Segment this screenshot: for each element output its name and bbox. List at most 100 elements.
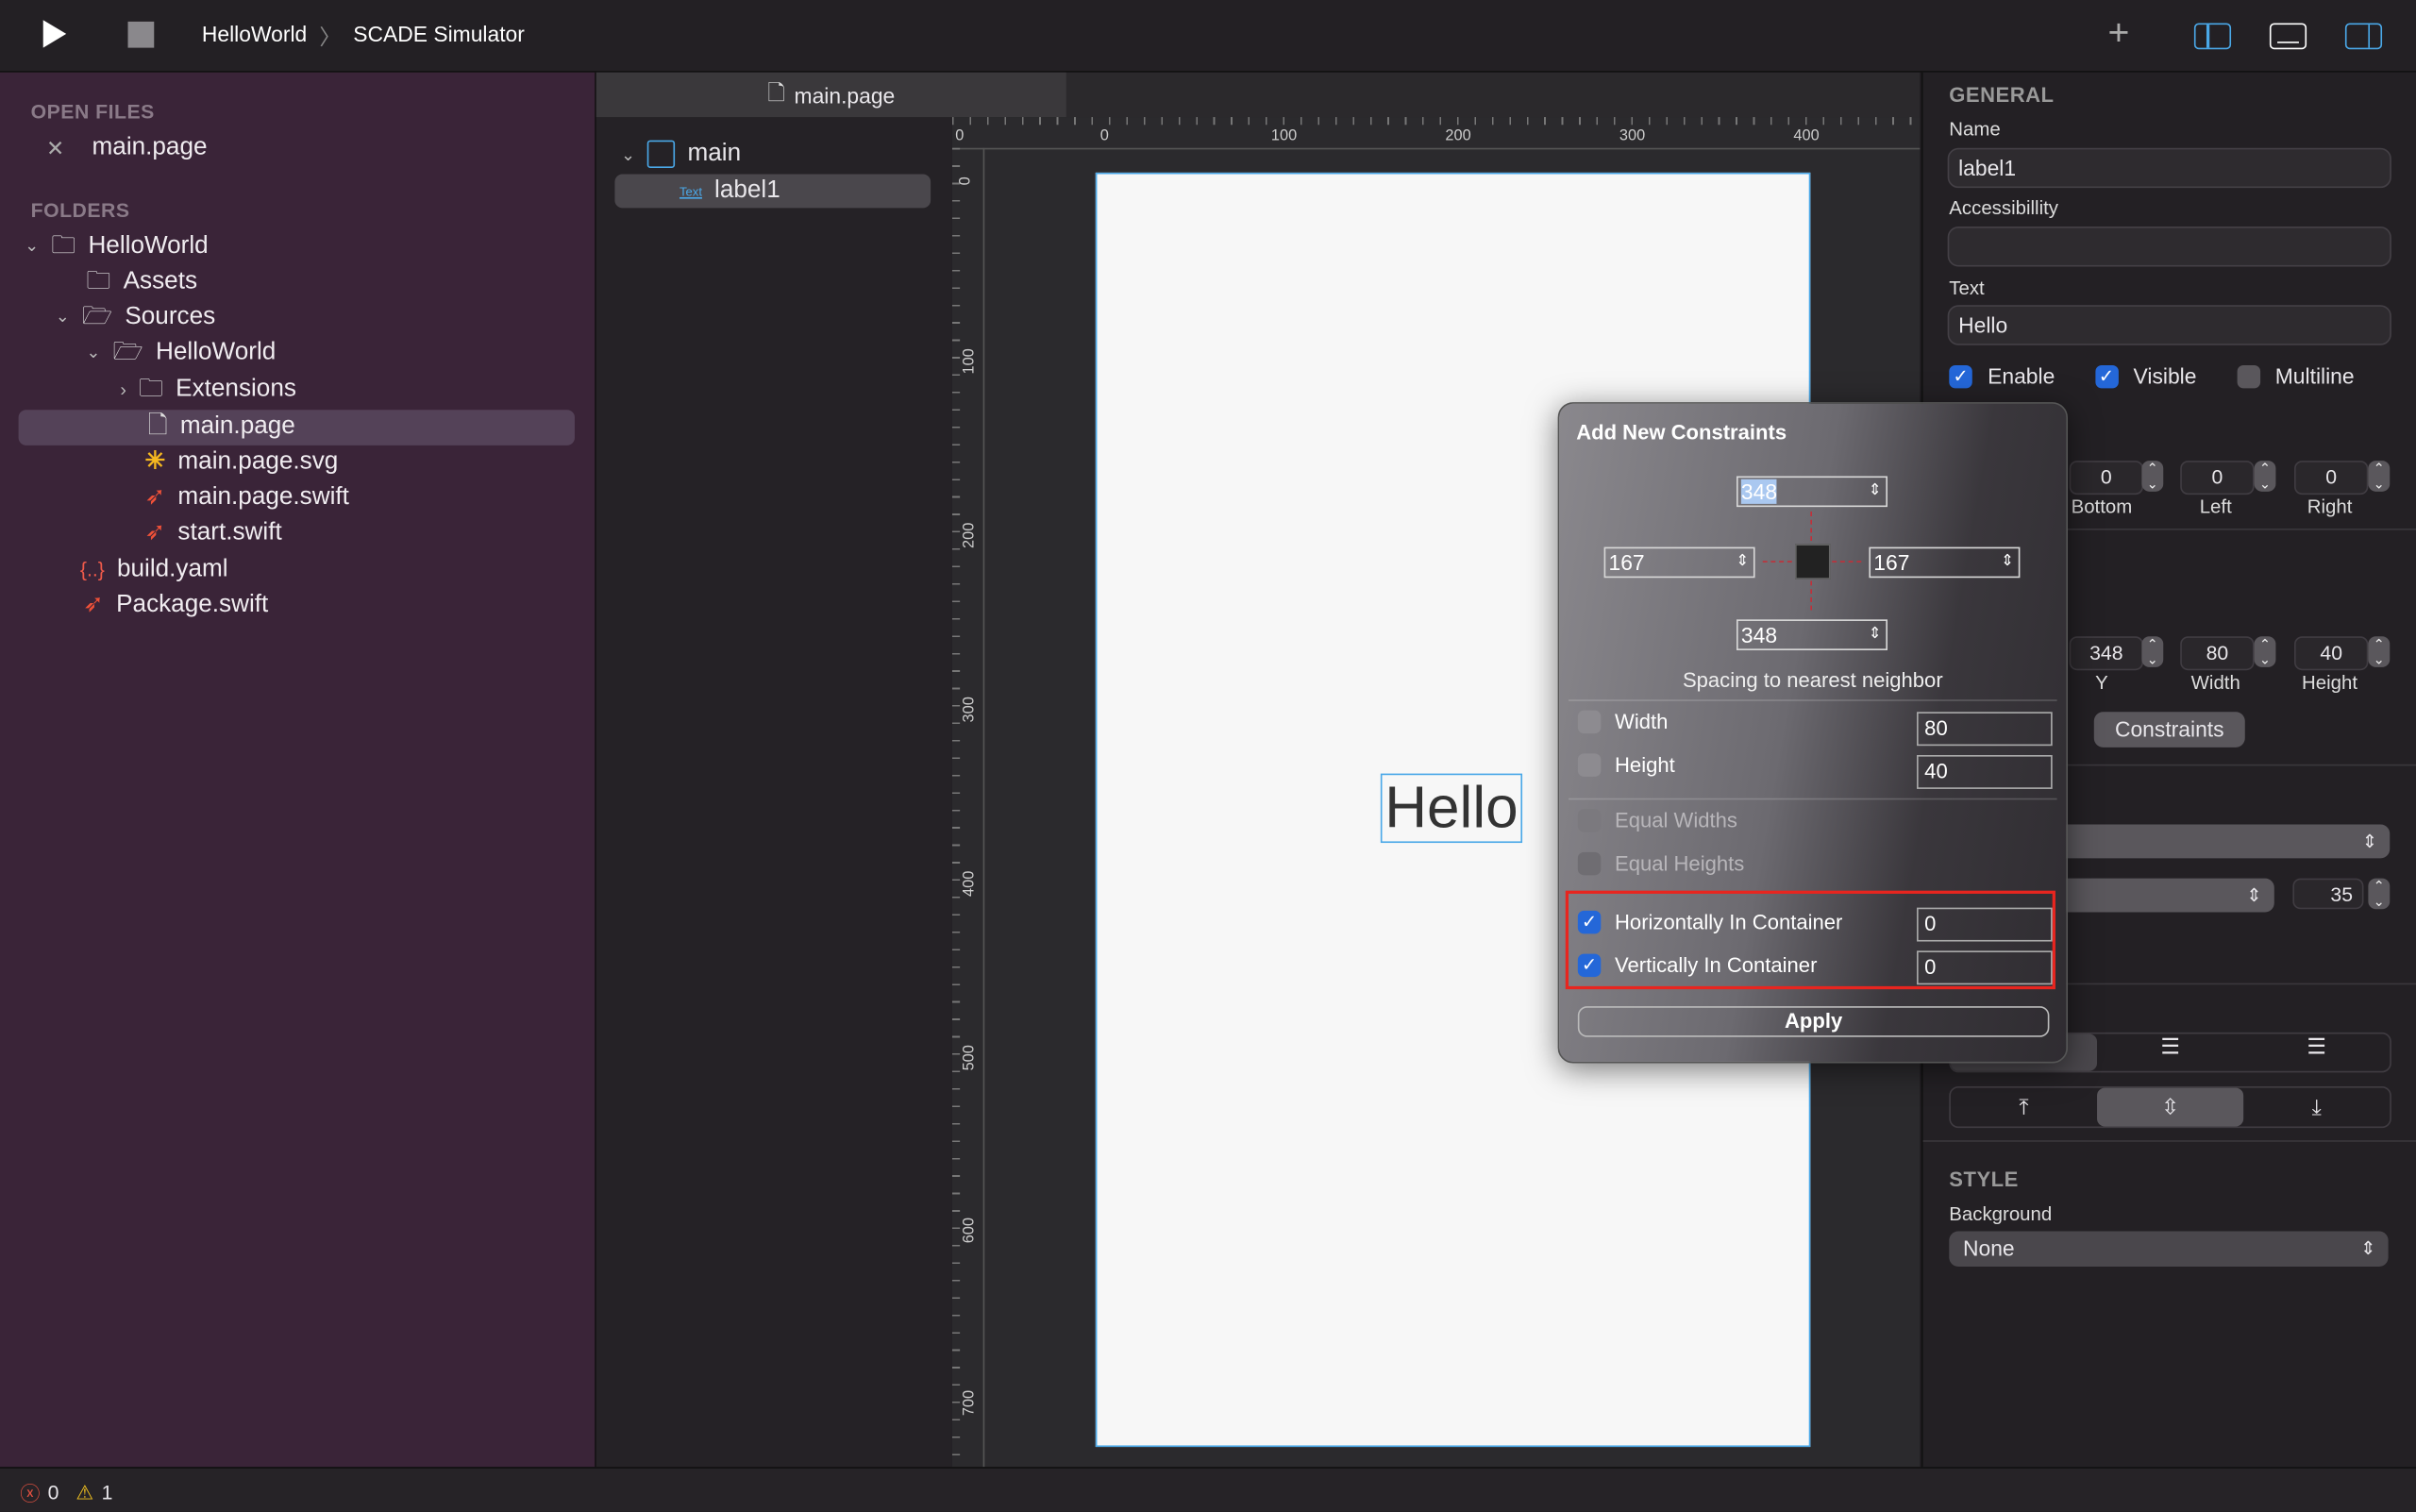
visible-checkbox[interactable]: ✓: [2094, 364, 2119, 388]
frame-y-stepper[interactable]: ⌃ ⌄: [2141, 636, 2164, 667]
ruler-tick-label: 400: [1793, 127, 1820, 145]
vertical-offset-input[interactable]: 0: [1917, 950, 2053, 985]
frame-height-input[interactable]: 40: [2294, 636, 2369, 671]
chevron-down-icon[interactable]: ⌄: [621, 144, 635, 164]
tree-item-package-swift[interactable]: ➶ Package.swift: [83, 589, 268, 623]
run-button[interactable]: [42, 20, 67, 48]
horizontal-offset-input[interactable]: 0: [1917, 907, 2053, 942]
frame-height-stepper[interactable]: ⌃ ⌄: [2368, 636, 2391, 667]
breadcrumb-target[interactable]: SCADE Simulator: [353, 22, 525, 53]
text-input[interactable]: Hello: [1947, 305, 2391, 345]
chevron-down-icon[interactable]: ⌄: [56, 300, 70, 334]
popover-title: Add New Constraints: [1576, 420, 1787, 445]
margin-bottom-stepper[interactable]: ⌃ ⌄: [2141, 461, 2164, 492]
tree-item-main-page-svg[interactable]: ✳ main.page.svg: [144, 445, 338, 479]
frame-width-input[interactable]: 80: [2180, 636, 2255, 671]
left-spacing-input[interactable]: 167 ⇕: [1603, 546, 1755, 579]
align-right-icon[interactable]: ☰: [2243, 1034, 2390, 1071]
chevron-right-icon[interactable]: ›: [120, 373, 126, 407]
name-input[interactable]: label1: [1947, 147, 2391, 189]
font-size-input[interactable]: 35: [2292, 878, 2364, 910]
width-label: Width: [1615, 710, 1669, 734]
align-bottom-icon[interactable]: ⤓: [2243, 1088, 2390, 1127]
frame-y-input[interactable]: 348: [2069, 636, 2144, 671]
margin-bottom-input[interactable]: 0: [2069, 461, 2144, 496]
top-spacing-input[interactable]: 348 ⇕: [1736, 476, 1888, 508]
add-icon[interactable]: +: [2107, 12, 2129, 56]
constraints-button[interactable]: Constraints: [2093, 712, 2245, 748]
toggle-left-panel-icon[interactable]: [2193, 23, 2232, 50]
font-weight-select[interactable]: ⇕: [2046, 878, 2274, 913]
close-icon[interactable]: ✕: [46, 131, 64, 165]
apply-button[interactable]: Apply: [1577, 1006, 2050, 1037]
outline-item-main[interactable]: ⌄ main: [621, 140, 741, 168]
align-center-icon[interactable]: ☰: [2097, 1034, 2243, 1071]
right-pin-strut[interactable]: [1832, 561, 1862, 563]
width-checkbox[interactable]: [1577, 710, 1602, 734]
tree-item-main-page[interactable]: 🗋 main.page: [148, 410, 295, 444]
tree-item-label: main.page.swift: [177, 483, 349, 511]
top-pin-strut[interactable]: [1810, 512, 1812, 542]
open-file-label: main.page: [92, 134, 208, 160]
text-label: Text: [1949, 277, 1985, 299]
height-label: Height: [2302, 671, 2358, 694]
editor-tab-bar: 🗋 main.page: [596, 72, 1921, 118]
margin-right-input[interactable]: 0: [2294, 461, 2369, 496]
open-file-item[interactable]: ✕ main.page: [46, 131, 208, 165]
ruler-tick-label: 200: [1445, 127, 1471, 145]
multiline-checkbox[interactable]: [2236, 364, 2260, 388]
accessibility-input[interactable]: [1947, 226, 2391, 267]
horizontally-in-container-checkbox[interactable]: ✓: [1577, 910, 1602, 934]
tab-main-page[interactable]: 🗋 main.page: [596, 72, 1066, 118]
font-size-stepper[interactable]: ⌃ ⌄: [2368, 878, 2391, 910]
tree-item-label: Sources: [125, 303, 216, 330]
width-input[interactable]: 80: [1917, 712, 2053, 747]
tree-item-helloworld-folder[interactable]: ⌄ 🗁 HelloWorld: [86, 336, 276, 370]
right-spacing-input[interactable]: 167 ⇕: [1869, 546, 2021, 579]
ruler-tick-label: 600: [961, 1218, 979, 1244]
tree-item-sources[interactable]: ⌄ 🗁 Sources: [56, 300, 215, 334]
issues-summary[interactable]: ⓧ 0 ⚠ 1: [20, 1478, 112, 1507]
page-icon: [647, 140, 676, 168]
tree-item-extensions[interactable]: › 🗀 Extensions: [120, 373, 296, 407]
tree-item-helloworld-project[interactable]: ⌄ 🗀 HelloWorld: [25, 229, 209, 263]
ruler-tick-label: 0: [957, 176, 975, 186]
tree-item-build-yaml[interactable]: {..} build.yaml: [80, 553, 228, 587]
frame-width-stepper[interactable]: ⌃ ⌄: [2254, 636, 2276, 667]
margin-left-input[interactable]: 0: [2180, 461, 2255, 496]
right-label: Right: [2307, 496, 2353, 518]
bottom-spacing-input[interactable]: 348 ⇕: [1736, 619, 1888, 650]
file-navigator: OPEN FILES ✕ main.page FOLDERS ⌄ 🗀 HelloWo…: [0, 72, 596, 1468]
height-checkbox[interactable]: [1577, 753, 1602, 777]
tree-item-main-page-swift[interactable]: ➶ main.page.swift: [144, 480, 348, 514]
name-label: Name: [1949, 118, 2001, 141]
tree-item-assets[interactable]: 🗀 Assets: [86, 265, 197, 299]
vertically-in-container-checkbox[interactable]: ✓: [1577, 953, 1602, 978]
label-element[interactable]: Hello: [1380, 773, 1523, 844]
height-input[interactable]: 40: [1917, 754, 2053, 789]
margin-right-stepper[interactable]: ⌃ ⌄: [2368, 461, 2391, 492]
equal-heights-checkbox: [1577, 851, 1602, 876]
vertical-alignment-control: ⤒ ⇳ ⤓: [1949, 1086, 2391, 1129]
outline-item-label1[interactable]: Text label1: [614, 174, 931, 209]
ruler-tick-label: 400: [961, 870, 979, 897]
toggle-bottom-panel-icon[interactable]: [2269, 23, 2307, 50]
toggle-right-panel-icon[interactable]: [2344, 23, 2383, 50]
margin-left-stepper[interactable]: ⌃ ⌄: [2254, 461, 2276, 492]
bottom-pin-strut[interactable]: [1810, 580, 1812, 611]
align-middle-icon[interactable]: ⇳: [2097, 1087, 2244, 1127]
toolbar: HelloWorld 〉 SCADE Simulator +: [0, 0, 2416, 73]
background-select[interactable]: None ⇕: [1949, 1231, 2389, 1268]
breadcrumb-project[interactable]: HelloWorld: [202, 22, 307, 53]
align-top-icon[interactable]: ⤒: [1951, 1088, 2097, 1127]
equal-heights-label: Equal Heights: [1615, 851, 1745, 876]
stop-button[interactable]: [127, 21, 155, 48]
chevron-down-icon[interactable]: ⌄: [25, 229, 39, 263]
chevron-down-icon[interactable]: ⌄: [86, 336, 100, 370]
tree-item-label: main.page.svg: [177, 448, 339, 475]
project-folder-icon: 🗀: [51, 232, 76, 260]
enable-checkbox[interactable]: ✓: [1949, 364, 1972, 388]
font-family-select[interactable]: ⇕: [2046, 824, 2391, 859]
left-pin-strut[interactable]: [1762, 561, 1792, 563]
tree-item-start-swift[interactable]: ➶ start.swift: [144, 516, 281, 550]
